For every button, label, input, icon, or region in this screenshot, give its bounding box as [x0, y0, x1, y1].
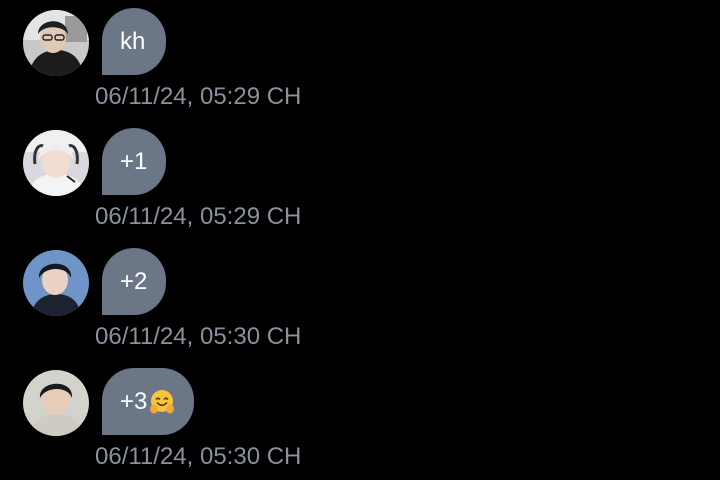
message-text: +2: [120, 268, 148, 295]
message-timestamp: 06/11/24, 05:29 CH: [95, 83, 302, 110]
message-timestamp: 06/11/24, 05:29 CH: [95, 203, 302, 230]
avatar-photo-3: [23, 250, 89, 316]
avatar-photo-2: [23, 130, 89, 196]
sender-avatar[interactable]: [23, 250, 89, 316]
message-text: +3: [120, 388, 148, 415]
avatar-photo-1: [23, 10, 89, 76]
sender-avatar[interactable]: [23, 130, 89, 196]
message-row: +3 06/11/24, 05:30 CH: [0, 360, 720, 480]
message-bubble[interactable]: +2: [102, 248, 166, 315]
message-row: kh 06/11/24, 05:29 CH: [0, 0, 720, 120]
message-text: +1: [120, 148, 148, 175]
message-row: +2 06/11/24, 05:30 CH: [0, 240, 720, 360]
sender-avatar[interactable]: [23, 10, 89, 76]
message-timestamp: 06/11/24, 05:30 CH: [95, 443, 302, 470]
hugging-face-emoji-icon: [148, 388, 176, 416]
message-timestamp: 06/11/24, 05:30 CH: [95, 323, 302, 350]
message-bubble[interactable]: kh: [102, 8, 166, 75]
avatar-photo-4: [23, 370, 89, 436]
message-text: kh: [120, 28, 146, 55]
message-bubble[interactable]: +3: [102, 368, 195, 435]
chat-message-list: kh 06/11/24, 05:29 CH +1 06/11/24, 05:29…: [0, 0, 720, 470]
message-bubble[interactable]: +1: [102, 128, 166, 195]
message-row: +1 06/11/24, 05:29 CH: [0, 120, 720, 240]
sender-avatar[interactable]: [23, 370, 89, 436]
